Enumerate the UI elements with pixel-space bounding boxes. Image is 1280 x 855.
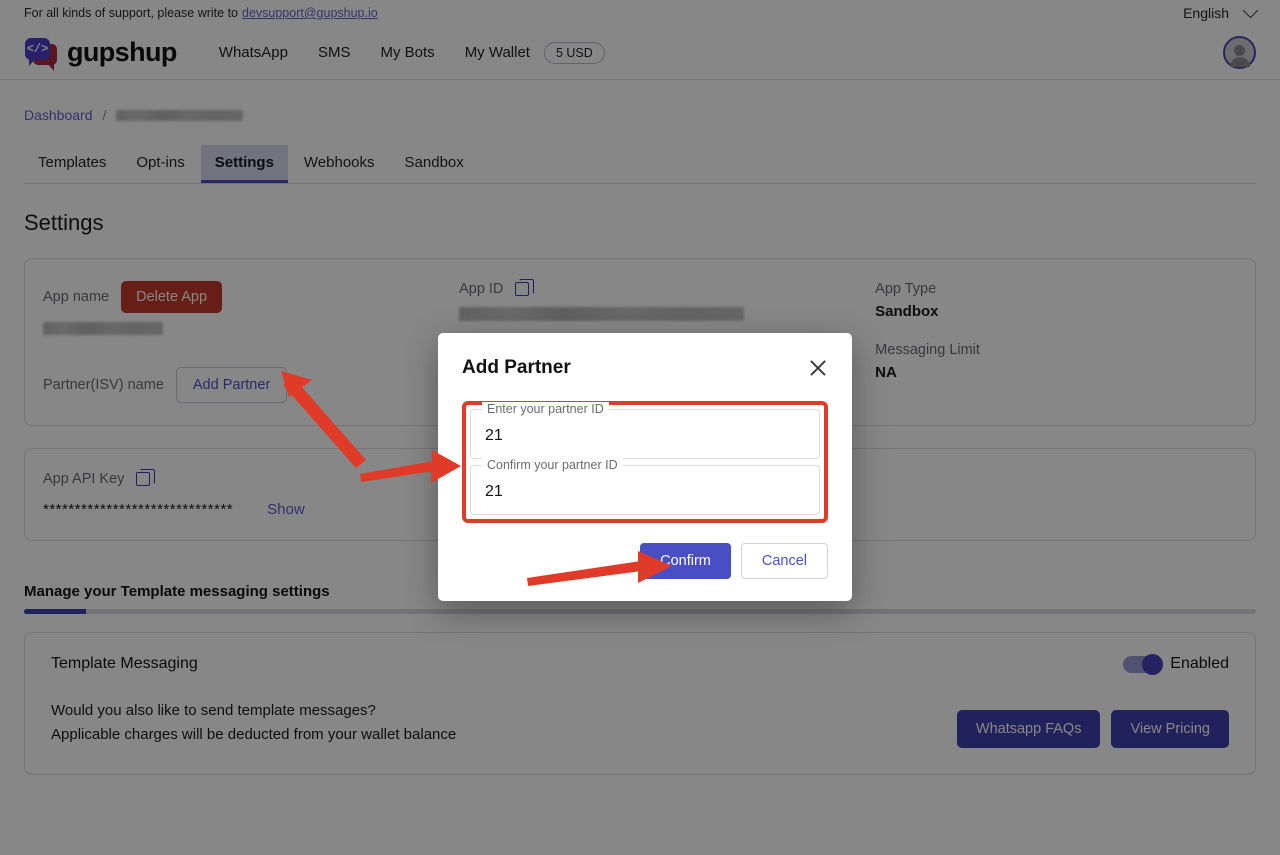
confirm-button[interactable]: Confirm xyxy=(640,543,731,579)
partner-id-label: Enter your partner ID xyxy=(482,402,609,416)
close-icon[interactable] xyxy=(808,358,828,378)
cancel-button[interactable]: Cancel xyxy=(740,543,828,579)
modal-header: Add Partner xyxy=(462,357,828,379)
confirm-partner-id-value[interactable]: 21 xyxy=(485,483,805,501)
add-partner-modal: Add Partner Enter your partner ID 21 Con… xyxy=(438,333,852,601)
partner-id-fields-highlight: Enter your partner ID 21 Confirm your pa… xyxy=(462,401,828,523)
modal-title: Add Partner xyxy=(462,357,571,378)
partner-id-field[interactable]: Enter your partner ID 21 xyxy=(470,402,820,459)
confirm-partner-id-label: Confirm your partner ID xyxy=(482,458,623,472)
confirm-partner-id-field[interactable]: Confirm your partner ID 21 xyxy=(470,458,820,515)
modal-actions: Confirm Cancel xyxy=(462,543,828,579)
partner-id-value[interactable]: 21 xyxy=(485,427,805,445)
